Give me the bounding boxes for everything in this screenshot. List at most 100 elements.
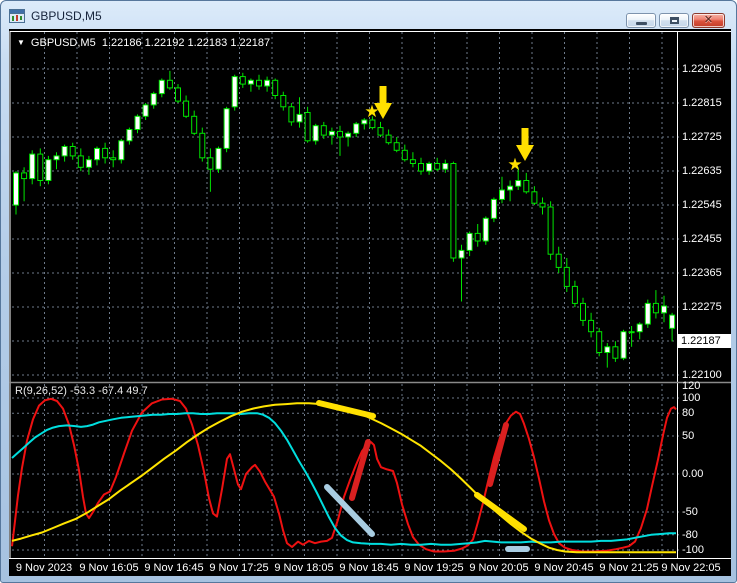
- header-high: 1.22192: [144, 37, 185, 49]
- candle: [126, 129, 133, 142]
- candle: [636, 323, 643, 333]
- price-tick-label: 1.22275: [682, 301, 722, 313]
- candle: [409, 159, 416, 164]
- time-tick-label: 9 Nov 16:05: [79, 562, 139, 574]
- candle: [620, 331, 627, 359]
- price-tick-label: 1.22635: [682, 165, 722, 177]
- candle: [158, 79, 165, 95]
- price-tick-label: 1.22725: [682, 131, 722, 143]
- candle: [466, 232, 473, 251]
- candle: [175, 87, 181, 102]
- time-tick-label: 9 Nov 21:25: [599, 562, 659, 574]
- candle: [337, 130, 343, 138]
- candle: [652, 302, 659, 314]
- indicator-tick-label: 100: [682, 392, 701, 404]
- window-title: GBPUSD,M5: [31, 8, 102, 23]
- candle: [661, 305, 667, 314]
- candle: [434, 163, 441, 170]
- candle: [102, 147, 109, 159]
- candle: [110, 157, 117, 161]
- time-tick-label: 9 Nov 18:05: [274, 562, 334, 574]
- star-marker-icon[interactable]: ★: [364, 102, 379, 122]
- candle: [353, 123, 360, 134]
- close-icon: ✕: [703, 14, 714, 26]
- chart-window-icon: [9, 9, 25, 23]
- candle: [539, 202, 546, 208]
- indicator-tick-label: 80: [682, 407, 695, 419]
- price-tick-label: 1.22815: [682, 97, 722, 109]
- maximize-icon: [669, 17, 679, 24]
- price-tick-label: 1.22545: [682, 199, 722, 211]
- candle: [531, 191, 538, 204]
- candle: [296, 113, 303, 123]
- star-marker-icon[interactable]: ★: [507, 155, 522, 175]
- header-low: 1.22183: [187, 37, 228, 49]
- header-open: 1.22186: [101, 37, 142, 49]
- trendline-object[interactable]: [474, 492, 527, 532]
- candle: [77, 155, 84, 168]
- candle: [199, 132, 206, 159]
- candle: [580, 302, 586, 321]
- candle: [563, 266, 570, 287]
- candle: [288, 106, 295, 123]
- candle: [247, 79, 254, 85]
- candle: [61, 146, 68, 157]
- minimize-button[interactable]: [626, 13, 656, 28]
- candle: [272, 79, 279, 97]
- candle: [377, 127, 384, 136]
- time-tick-label: 9 Nov 19:25: [404, 562, 464, 574]
- candle: [13, 172, 19, 206]
- indicator-tick-label: -80: [682, 529, 698, 541]
- candle: [482, 217, 489, 242]
- candle: [29, 153, 36, 180]
- candle: [628, 331, 635, 334]
- indicator-label: R(9,26,52) -53.3 -67.4 49.7: [15, 385, 148, 397]
- chart-client-area[interactable]: ★ ★ ▼ GBPUSD,M5 1.22186 1.22192 1.22183 1.…: [9, 29, 731, 576]
- candle: [612, 346, 619, 359]
- indicator-tick-label: 50: [682, 430, 695, 442]
- candle: [555, 253, 562, 268]
- time-tick-label: 9 Nov 20:45: [534, 562, 594, 574]
- candle: [85, 159, 92, 168]
- candle: [320, 125, 327, 136]
- candle: [150, 93, 157, 106]
- candle: [523, 180, 530, 193]
- oscillator-lines: [11, 397, 677, 554]
- candle: [207, 157, 214, 170]
- maximize-button[interactable]: [659, 13, 689, 28]
- time-tick-label: 9 Nov 16:45: [144, 562, 204, 574]
- current-price-box: 1.22187: [677, 334, 731, 348]
- candle: [94, 147, 100, 161]
- candle: [474, 232, 481, 242]
- candle: [53, 155, 60, 161]
- candle: [418, 163, 424, 172]
- candle: [191, 115, 198, 134]
- candle: [264, 79, 271, 87]
- candle: [515, 180, 522, 187]
- candle: [215, 147, 222, 170]
- candle: [239, 76, 246, 85]
- candle: [231, 76, 238, 108]
- candle: [118, 140, 125, 161]
- candle: [134, 115, 141, 131]
- price-tick-label: 1.22905: [682, 63, 722, 75]
- candle: [490, 198, 497, 219]
- close-button[interactable]: ✕: [692, 13, 725, 28]
- trendline-object[interactable]: [487, 422, 509, 487]
- candle: [547, 206, 554, 255]
- candle: [588, 319, 595, 333]
- candle: [669, 314, 676, 329]
- titlebar[interactable]: GBPUSD,M5 ✕: [1, 1, 736, 29]
- time-tick-label: 9 Nov 20:05: [469, 562, 529, 574]
- trendline-object[interactable]: [316, 400, 376, 419]
- symbol-dropdown-icon[interactable]: ▼: [17, 38, 25, 47]
- indicator-tick-label: 0.00: [682, 468, 704, 480]
- candle: [596, 331, 603, 354]
- time-tick-label: 9 Nov 18:45: [339, 562, 399, 574]
- candle: [385, 134, 392, 144]
- candle: [69, 146, 76, 157]
- candle: [304, 112, 311, 142]
- ohlc-header[interactable]: ▼ GBPUSD,M5 1.22186 1.22192 1.22183 1.221…: [17, 37, 270, 49]
- candle: [458, 249, 465, 259]
- chart-canvas[interactable]: ★★: [9, 29, 731, 576]
